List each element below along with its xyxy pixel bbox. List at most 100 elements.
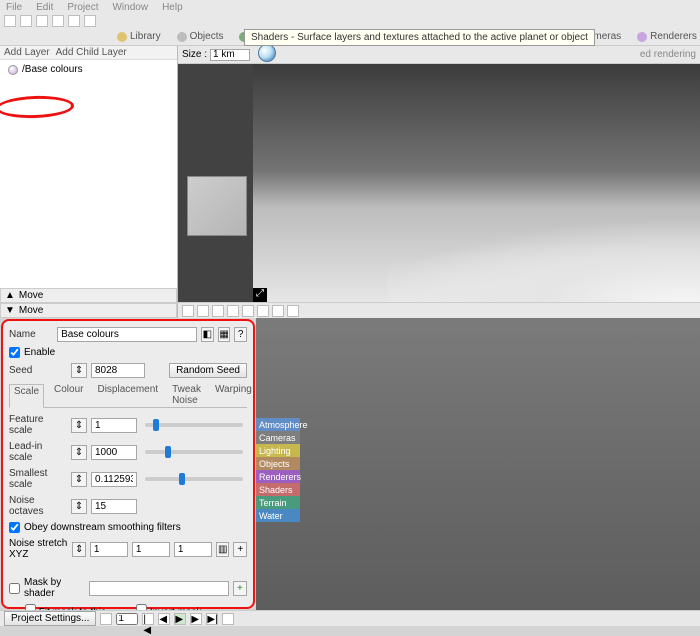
noise-stretch-label: Noise stretch XYZ — [9, 538, 68, 560]
noise-stretch-y-field[interactable] — [132, 542, 170, 557]
random-seed-button[interactable]: Random Seed — [169, 363, 247, 378]
pv-btn-4[interactable] — [227, 305, 239, 317]
move-down-button[interactable]: ▼Move — [0, 303, 177, 318]
pv-btn-8[interactable] — [287, 305, 299, 317]
assign-shader-button[interactable]: + — [233, 581, 247, 596]
leadin-scale-field[interactable] — [91, 445, 137, 460]
noise-stretch-assign-button[interactable]: + — [233, 542, 247, 557]
mask-by-shader-checkbox[interactable] — [9, 583, 20, 594]
palette-atmosphere[interactable]: Atmosphere — [256, 418, 300, 431]
tab-scale[interactable]: Scale — [9, 384, 44, 408]
pv-btn-7[interactable] — [272, 305, 284, 317]
noise-octaves-stepper[interactable]: ⇕ — [71, 499, 87, 514]
tool-undo-icon[interactable] — [52, 15, 64, 27]
feature-scale-label: Feature scale — [9, 414, 67, 436]
play-icon[interactable]: ▶ — [174, 613, 186, 625]
pv-btn-3[interactable] — [212, 305, 224, 317]
step-back-icon[interactable]: ◀ — [158, 613, 170, 625]
preview-viewport[interactable]: ⤢ — [253, 64, 700, 302]
tab-colour[interactable]: Colour — [50, 383, 87, 407]
terrain-render — [387, 135, 700, 302]
project-settings-button[interactable]: Project Settings... — [4, 611, 96, 626]
palette-shaders[interactable]: Shaders — [256, 483, 300, 496]
size-input[interactable] — [210, 49, 250, 61]
step-fwd-icon[interactable]: ▶ — [190, 613, 202, 625]
feature-scale-slider[interactable] — [145, 423, 243, 427]
palette-lighting[interactable]: Lighting — [256, 444, 300, 457]
noise-stretch-x-field[interactable] — [90, 542, 128, 557]
feature-scale-stepper[interactable]: ⇕ — [71, 418, 87, 433]
menu-window[interactable]: Window — [112, 2, 148, 13]
obey-smoothing-label: Obey downstream smoothing filters — [24, 522, 181, 533]
pv-btn-1[interactable] — [182, 305, 194, 317]
mask-shader-field[interactable] — [89, 581, 229, 596]
noise-octaves-field[interactable] — [91, 499, 137, 514]
obey-smoothing-checkbox[interactable] — [9, 522, 20, 533]
palette-objects[interactable]: Objects — [256, 457, 300, 470]
tab-tweak-noise[interactable]: Tweak Noise — [168, 383, 205, 407]
leadin-scale-stepper[interactable]: ⇕ — [71, 445, 87, 460]
pv-btn-2[interactable] — [197, 305, 209, 317]
smallest-scale-stepper[interactable]: ⇕ — [71, 472, 87, 487]
enable-checkbox[interactable] — [9, 347, 20, 358]
move-up-button[interactable]: ▲Move — [0, 288, 177, 303]
palette-cameras[interactable]: Cameras — [256, 431, 300, 444]
add-child-layer-button[interactable]: Add Child Layer — [56, 47, 127, 58]
tool-new-icon[interactable] — [4, 15, 16, 27]
noise-stretch-stepper[interactable]: ⇕ — [72, 542, 86, 557]
cat-library[interactable]: Library — [110, 29, 168, 44]
noise-stretch-z-field[interactable] — [174, 542, 212, 557]
preview-thumb-strip — [178, 64, 253, 302]
tool-render-icon[interactable] — [84, 15, 96, 27]
properties-panel: Name ◧ ▦ ? Enable Seed ⇕ Random Seed Sca… — [1, 319, 255, 609]
name-field[interactable] — [57, 327, 197, 342]
cat-objects[interactable]: Objects — [170, 29, 231, 44]
smallest-scale-label: Smallest scale — [9, 468, 67, 490]
leadin-scale-label: Lead-in scale — [9, 441, 67, 463]
node-settings-button[interactable]: ▦ — [218, 327, 231, 342]
noise-stretch-extra-button[interactable]: ▥ — [216, 542, 230, 557]
node-network-viewport[interactable]: Atmosphere Cameras Lighting Objects Rend… — [256, 318, 700, 610]
frame-field[interactable] — [116, 613, 138, 625]
seed-stepper[interactable]: ⇕ — [71, 363, 87, 378]
node-preview-button[interactable]: ◧ — [201, 327, 214, 342]
menu-bar: File Edit Project Window Help — [0, 0, 700, 14]
tab-displacement[interactable]: Displacement — [93, 383, 162, 407]
smallest-scale-field[interactable] — [91, 472, 137, 487]
noise-octaves-label: Noise octaves — [9, 495, 67, 517]
timeline-extra-icon[interactable] — [222, 613, 234, 625]
preview-toolbar — [178, 302, 700, 318]
category-tooltip: Shaders - Surface layers and textures at… — [244, 29, 595, 46]
leadin-scale-slider[interactable] — [145, 450, 243, 454]
tree-item-base-colours[interactable]: /Base colours — [8, 64, 169, 75]
pv-btn-6[interactable] — [257, 305, 269, 317]
menu-file[interactable]: File — [6, 2, 22, 13]
preview-thumbnail[interactable] — [187, 176, 247, 236]
tool-save-icon[interactable] — [36, 15, 48, 27]
add-layer-button[interactable]: Add Layer — [4, 47, 50, 58]
expand-icon[interactable]: ⤢ — [253, 288, 267, 302]
pv-btn-5[interactable] — [242, 305, 254, 317]
go-start-icon[interactable]: |◀ — [142, 613, 154, 625]
enable-label: Enable — [24, 347, 55, 358]
cat-renderers[interactable]: Renderers — [630, 29, 700, 44]
seed-field[interactable] — [91, 363, 145, 378]
go-end-icon[interactable]: ▶| — [206, 613, 218, 625]
menu-edit[interactable]: Edit — [36, 2, 53, 13]
palette-renderers[interactable]: Renderers — [256, 470, 300, 483]
annotation-ellipse — [0, 95, 74, 120]
menu-project[interactable]: Project — [67, 2, 98, 13]
timeline-clock-icon[interactable] — [100, 613, 112, 625]
tool-open-icon[interactable] — [20, 15, 32, 27]
tab-warping[interactable]: Warping — [211, 383, 256, 407]
menu-help[interactable]: Help — [162, 2, 183, 13]
preview-panel: Size : ed rendering ⤢ — [178, 46, 700, 318]
smallest-scale-slider[interactable] — [145, 477, 243, 481]
help-button[interactable]: ? — [234, 327, 247, 342]
palette-terrain[interactable]: Terrain — [256, 496, 300, 509]
tool-redo-icon[interactable] — [68, 15, 80, 27]
feature-scale-field[interactable] — [91, 418, 137, 433]
palette-water[interactable]: Water — [256, 509, 300, 522]
name-label: Name — [9, 329, 53, 340]
shader-icon — [258, 44, 276, 62]
